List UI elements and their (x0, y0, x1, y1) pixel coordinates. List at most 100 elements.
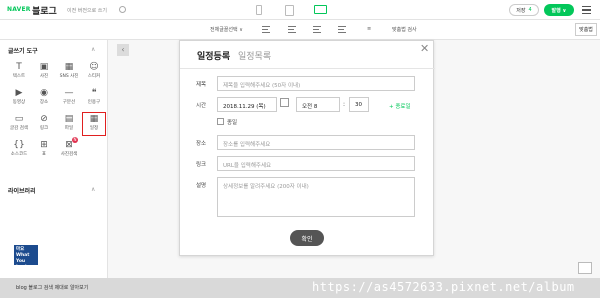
library-heading: 라이브러리 (8, 188, 36, 195)
tool-icon: ☺ (89, 62, 99, 72)
tool-icon: ⊞ (40, 140, 48, 150)
save-count: 4 (528, 7, 532, 13)
tool-icon: ▶ (15, 88, 23, 98)
format-toolbar: 전체글꼴선택 ∨ ≡ 맞춤법 검사 (0, 20, 600, 40)
publish-button[interactable]: 발행 ∨ (544, 4, 574, 16)
tool-10[interactable]: ▤ 파일 (58, 113, 80, 135)
date-input[interactable]: 2018.11.29 (목) (217, 97, 277, 112)
tool-label: 글감 검색 (10, 126, 28, 131)
tool-icon: ◉ (40, 88, 48, 98)
tool-8[interactable]: ▭ 글감 검색 (8, 113, 30, 135)
tool-label: 표 (41, 152, 47, 157)
tool-7[interactable]: ❝ 인용구 (83, 87, 105, 109)
naver-logo[interactable]: NAVER (7, 6, 31, 13)
line-spacing-icon[interactable]: ≡ (367, 26, 371, 32)
settings-icon[interactable] (119, 6, 126, 13)
title-label: 제목 (196, 82, 207, 88)
tool-label: SNS 사진 (59, 74, 79, 79)
font-select[interactable]: 전체글꼴선택 ∨ (210, 26, 243, 33)
place-label: 장소 (196, 141, 207, 147)
schedule-dialog: 일정등록 일정목록 ✕ 제목 제목을 입력해주세요 (50자 이내) 시간 20… (179, 40, 435, 256)
hour-select[interactable]: 오전 8 (296, 97, 340, 112)
align-right-icon[interactable] (313, 26, 321, 33)
link-label: 링크 (196, 162, 207, 168)
divider (180, 68, 435, 69)
new-badge: N (72, 137, 78, 143)
save-button[interactable]: 저장 4 (509, 4, 539, 16)
tool-icon: ❝ (91, 88, 97, 98)
tool-icon: — (64, 88, 74, 98)
tools-heading: 글쓰기 도구 (8, 48, 38, 55)
tool-9[interactable]: ⊘ 링크 (33, 113, 55, 135)
tool-0[interactable]: T 텍스트 (8, 61, 30, 83)
place-input[interactable]: 장소를 입력해주세요 (217, 135, 415, 150)
tool-label: 사진 (39, 74, 49, 79)
align-justify-icon[interactable] (338, 26, 346, 33)
tool-3[interactable]: ☺ 스티커 (83, 61, 105, 83)
tool-icon: ▭ (14, 114, 24, 124)
tool-label: 사진검색 (60, 152, 78, 157)
title-input[interactable]: 제목을 입력해주세요 (50자 이내) (217, 76, 415, 91)
collapse-caret-icon[interactable]: ∧ (91, 46, 95, 53)
tab-schedule-register[interactable]: 일정등록 (197, 49, 230, 62)
tool-1[interactable]: ▣ 사진 (33, 61, 55, 83)
tool-5[interactable]: ◉ 장소 (33, 87, 55, 109)
tool-14[interactable]: ⊠ 사진검색 N (58, 137, 80, 161)
link-input[interactable]: URL을 입력해주세요 (217, 156, 415, 171)
menu-icon[interactable] (582, 6, 591, 14)
time-label: 시간 (196, 103, 207, 109)
tool-label: 일정 (89, 126, 99, 131)
tool-label: 동영상 (12, 100, 26, 105)
tool-icon: ▣ (39, 62, 49, 72)
align-left-icon[interactable] (262, 26, 270, 33)
previous-version-link[interactable]: 이전 버전으로 쓰기 (67, 7, 107, 14)
tablet-preview-icon[interactable] (285, 5, 294, 16)
time-colon: : (343, 101, 346, 108)
tool-6[interactable]: — 구분선 (58, 87, 80, 109)
top-bar: NAVER 블로그 이전 버전으로 쓰기 저장 4 발행 ∨ (0, 0, 600, 20)
tab-schedule-list[interactable]: 일정목록 (238, 49, 271, 62)
save-label: 저장 (516, 7, 526, 14)
tool-icon: ⊘ (40, 114, 48, 124)
tool-icon: ▦ (89, 114, 99, 124)
minute-select[interactable]: 30 (349, 97, 369, 112)
tool-label: 텍스트 (12, 74, 26, 79)
tool-label: 인용구 (87, 100, 101, 105)
sidebar: 글쓰기 도구 ∧ T 텍스트 ▣ 사진 ▦ SNS 사진 ☺ 스티커 ▶ 동영상 ◉ 장소 — 구분선 ❝ 인… (0, 40, 108, 298)
allday-label: 종일 (227, 120, 238, 126)
tool-label: 소스코드 (10, 152, 28, 157)
spellcheck-button[interactable]: 맞춤법 (575, 23, 597, 36)
tool-label: 스티커 (87, 74, 101, 79)
tool-icon: {} (13, 140, 25, 150)
tool-label: 파일 (64, 126, 74, 131)
bottom-promo-text[interactable]: blog 블로그 검색 제대로 알아보기 (16, 284, 88, 291)
align-center-icon[interactable] (288, 26, 296, 33)
tool-label: 장소 (39, 100, 49, 105)
blog-title[interactable]: 블로그 (32, 4, 57, 17)
confirm-button[interactable]: 확인 (290, 230, 324, 246)
add-end-date-link[interactable]: + 종료일 (389, 102, 411, 110)
photo-upload-icon[interactable] (578, 262, 592, 274)
mobile-preview-icon[interactable] (256, 5, 262, 15)
tool-label: 구분선 (62, 100, 76, 105)
tool-icon: ▤ (64, 114, 74, 124)
close-icon[interactable]: ✕ (420, 42, 429, 55)
scroll-left-icon[interactable]: ‹ (117, 44, 129, 56)
tool-icon: T (16, 62, 22, 72)
watermark: https://as4572633.pixnet.net/album (312, 280, 575, 294)
tool-2[interactable]: ▦ SNS 사진 (58, 61, 80, 83)
library-thumbnail[interactable]: 마요 What You Look (14, 245, 38, 270)
pc-preview-icon[interactable] (314, 5, 327, 14)
tool-11[interactable]: ▦ 일정 (82, 112, 106, 136)
spellcheck-short[interactable]: 맞춤법 검사 (392, 26, 417, 33)
calendar-icon[interactable] (280, 98, 289, 107)
library-caret-icon[interactable]: ∧ (91, 186, 95, 193)
tool-12[interactable]: {} 소스코드 (8, 139, 30, 161)
tool-4[interactable]: ▶ 동영상 (8, 87, 30, 109)
tool-label: 링크 (39, 126, 49, 131)
description-label: 설명 (196, 183, 207, 189)
allday-checkbox[interactable] (217, 118, 224, 125)
tool-13[interactable]: ⊞ 표 (33, 139, 55, 161)
tool-icon: ▦ (64, 62, 74, 72)
description-textarea[interactable]: 상세정보를 알려주세요 (200자 이내) (217, 177, 415, 217)
